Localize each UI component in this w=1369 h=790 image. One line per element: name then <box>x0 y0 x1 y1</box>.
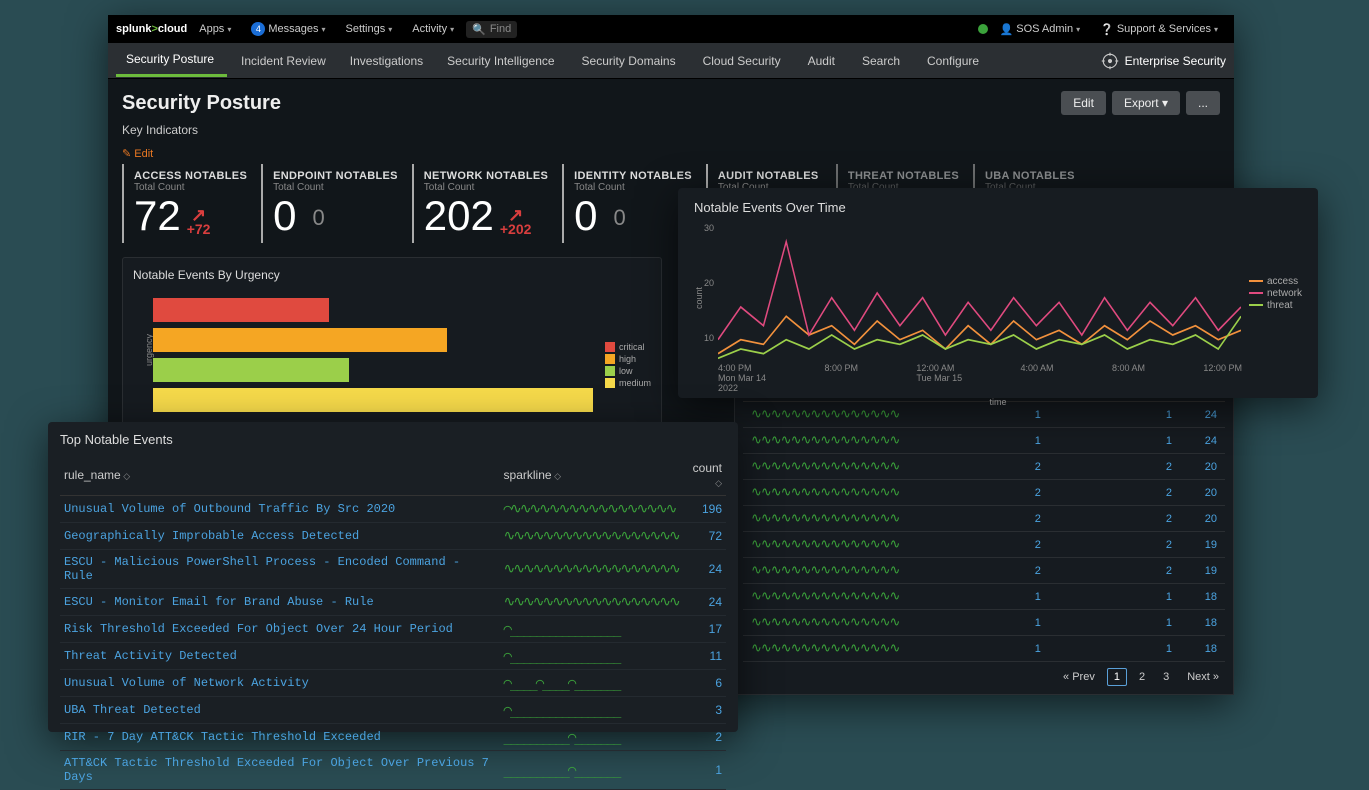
bar-low[interactable] <box>153 358 349 382</box>
table-row[interactable]: ∿∿∿∿∿∿∿∿∿∿∿∿∿∿∿1118 <box>743 610 1225 636</box>
search-icon: 🔍 <box>472 23 486 36</box>
table-row[interactable]: ∿∿∿∿∿∿∿∿∿∿∿∿∿∿∿2220 <box>743 506 1225 532</box>
page-title: Security Posture <box>122 92 281 115</box>
bar-critical[interactable] <box>153 298 329 322</box>
export-button[interactable]: Export ▾ <box>1112 91 1180 115</box>
tab-configure[interactable]: Configure <box>917 46 992 76</box>
tab-security-posture[interactable]: Security Posture <box>116 44 227 77</box>
sparkline-icon: ∿∿∿∿∿∿∿∿∿∿∿∿∿∿∿ <box>751 589 899 604</box>
page-2[interactable]: 2 <box>1133 669 1151 685</box>
table-row[interactable]: ∿∿∿∿∿∿∿∿∿∿∿∿∿∿∿1118 <box>743 636 1225 662</box>
table-row[interactable]: ATT&CK Tactic Threshold Exceeded For Obj… <box>60 751 726 790</box>
more-button[interactable]: ... <box>1186 91 1220 115</box>
sparkline-icon: ∿∿∿∿∿∿∿∿∿∿∿∿∿∿∿ <box>751 563 899 578</box>
nav-apps[interactable]: Apps <box>191 19 239 39</box>
sparkline-icon: ∿∿∿∿∿∿∿∿∿∿∿∿∿∿∿ <box>751 485 899 500</box>
sources-table: sparkline correlation_search_count secur… <box>743 365 1225 662</box>
ki-section-title: Key Indicators <box>122 123 1220 137</box>
top-notable-panel: Top Notable Events rule_name sparkline c… <box>48 422 738 732</box>
tab-cloud-security[interactable]: Cloud Security <box>693 46 794 76</box>
tab-search[interactable]: Search <box>852 46 913 76</box>
sparkline-icon: ∿∿∿∿∿∿∿∿∿∿∿∿∿∿∿ <box>751 433 899 448</box>
nav-settings[interactable]: Settings <box>337 19 400 39</box>
logo: splunk>cloud <box>116 23 187 35</box>
table-row[interactable]: ∿∿∿∿∿∿∿∿∿∿∿∿∿∿∿1124 <box>743 428 1225 454</box>
pagination: « Prev 1 2 3 Next » <box>743 668 1225 686</box>
table-row[interactable]: ∿∿∿∿∿∿∿∿∿∿∿∿∿∿∿2220 <box>743 480 1225 506</box>
global-nav: splunk>cloud Apps 4 Messages Settings Ac… <box>108 15 1234 43</box>
overlay-legend: accessnetworkthreat <box>1249 223 1302 363</box>
ki-endpoint[interactable]: ENDPOINT NOTABLES Total Count 00 <box>261 164 412 243</box>
table-row[interactable]: RIR - 7 Day ATT&CK Tactic Threshold Exce… <box>60 724 726 751</box>
enterprise-security-badge: Enterprise Security <box>1101 52 1226 70</box>
page-prev[interactable]: « Prev <box>1057 669 1101 685</box>
table-row[interactable]: ESCU - Malicious PowerShell Process - En… <box>60 550 726 589</box>
sparkline-icon: ∿∿∿∿∿∿∿∿∿∿∿∿∿∿∿ <box>751 407 899 422</box>
status-indicator-icon <box>978 24 988 34</box>
sparkline-icon: ∿∿∿∿∿∿∿∿∿∿∿∿∿∿∿ <box>751 459 899 474</box>
overlay-events-over-time: Notable Events Over Time count 302010 ac… <box>678 188 1318 398</box>
edit-button[interactable]: Edit <box>1061 91 1106 115</box>
trend-up-icon: ↗+202 <box>500 210 532 237</box>
table-row[interactable]: ∿∿∿∿∿∿∿∿∿∿∿∿∿∿∿2220 <box>743 454 1225 480</box>
sparkline-icon: ∿∿∿∿∿∿∿∿∿∿∿∿∿∿∿ <box>751 641 899 656</box>
page-1[interactable]: 1 <box>1107 668 1127 686</box>
trend-up-icon: ↗+72 <box>187 210 211 237</box>
crosshair-icon <box>1101 52 1119 70</box>
sparkline-icon: ∿∿∿∿∿∿∿∿∿∿∿∿∿∿∿ <box>751 615 899 630</box>
table-row[interactable]: Unusual Volume of Outbound Traffic By Sr… <box>60 496 726 523</box>
table-row[interactable]: Threat Activity Detected⌒_______________… <box>60 643 726 670</box>
ki-edit-link[interactable]: ✎ Edit <box>122 147 153 160</box>
col-rule-name[interactable]: rule_name <box>60 455 500 496</box>
table-row[interactable]: ∿∿∿∿∿∿∿∿∿∿∿∿∿∿∿2219 <box>743 558 1225 584</box>
tab-incident-review[interactable]: Incident Review <box>231 46 336 76</box>
app-tabs: Security Posture Incident Review Investi… <box>108 43 1234 79</box>
urgency-chart[interactable]: urgency 0102030405060708090100110120130 … <box>133 290 597 440</box>
sparkline-icon: ∿∿∿∿∿∿∿∿∿∿∿∿∿∿∿ <box>751 511 899 526</box>
nav-activity[interactable]: Activity <box>404 19 462 39</box>
line-chart[interactable]: count 302010 accessnetworkthreat <box>694 223 1302 363</box>
table-row[interactable]: ∿∿∿∿∿∿∿∿∿∿∿∿∿∿∿1118 <box>743 584 1225 610</box>
messages-badge: 4 <box>251 22 265 36</box>
search-placeholder: Find <box>490 23 511 35</box>
global-search[interactable]: 🔍 Find <box>466 21 517 38</box>
col-count[interactable]: count <box>683 455 726 496</box>
table-row[interactable]: Risk Threshold Exceeded For Object Over … <box>60 616 726 643</box>
page-next[interactable]: Next » <box>1181 669 1225 685</box>
page-3[interactable]: 3 <box>1157 669 1175 685</box>
top-notable-table: rule_name sparkline count Unusual Volume… <box>60 455 726 790</box>
table-row[interactable]: UBA Threat Detected⌒_________________3 <box>60 697 726 724</box>
tab-security-intelligence[interactable]: Security Intelligence <box>437 46 567 76</box>
support-menu[interactable]: ❔ Support & Services <box>1092 19 1226 40</box>
urgency-legend: criticalhighlowmedium <box>605 290 651 440</box>
tab-security-domains[interactable]: Security Domains <box>572 46 689 76</box>
col-sparkline[interactable]: sparkline <box>500 455 683 496</box>
top-notable-title: Top Notable Events <box>60 432 726 447</box>
table-row[interactable]: ESCU - Monitor Email for Brand Abuse - R… <box>60 589 726 616</box>
urgency-title: Notable Events By Urgency <box>133 268 651 282</box>
table-row[interactable]: Unusual Volume of Network Activity⌒____⌒… <box>60 670 726 697</box>
user-icon: 👤 <box>1000 23 1014 36</box>
bar-high[interactable] <box>153 328 447 352</box>
tab-investigations[interactable]: Investigations <box>340 46 433 76</box>
ki-network[interactable]: NETWORK NOTABLES Total Count 202 ↗+202 <box>412 164 562 243</box>
ki-access[interactable]: ACCESS NOTABLES Total Count 72 ↗+72 <box>122 164 261 243</box>
nav-messages[interactable]: 4 Messages <box>243 18 333 40</box>
tab-audit[interactable]: Audit <box>798 46 848 76</box>
table-row[interactable]: ∿∿∿∿∿∿∿∿∿∿∿∿∿∿∿2219 <box>743 532 1225 558</box>
bar-medium[interactable] <box>153 388 593 412</box>
user-menu[interactable]: 👤 SOS Admin <box>992 19 1089 40</box>
overlay-title: Notable Events Over Time <box>694 200 1302 215</box>
table-row[interactable]: Geographically Improbable Access Detecte… <box>60 523 726 550</box>
sparkline-icon: ∿∿∿∿∿∿∿∿∿∿∿∿∿∿∿ <box>751 537 899 552</box>
help-icon: ❔ <box>1100 23 1114 36</box>
